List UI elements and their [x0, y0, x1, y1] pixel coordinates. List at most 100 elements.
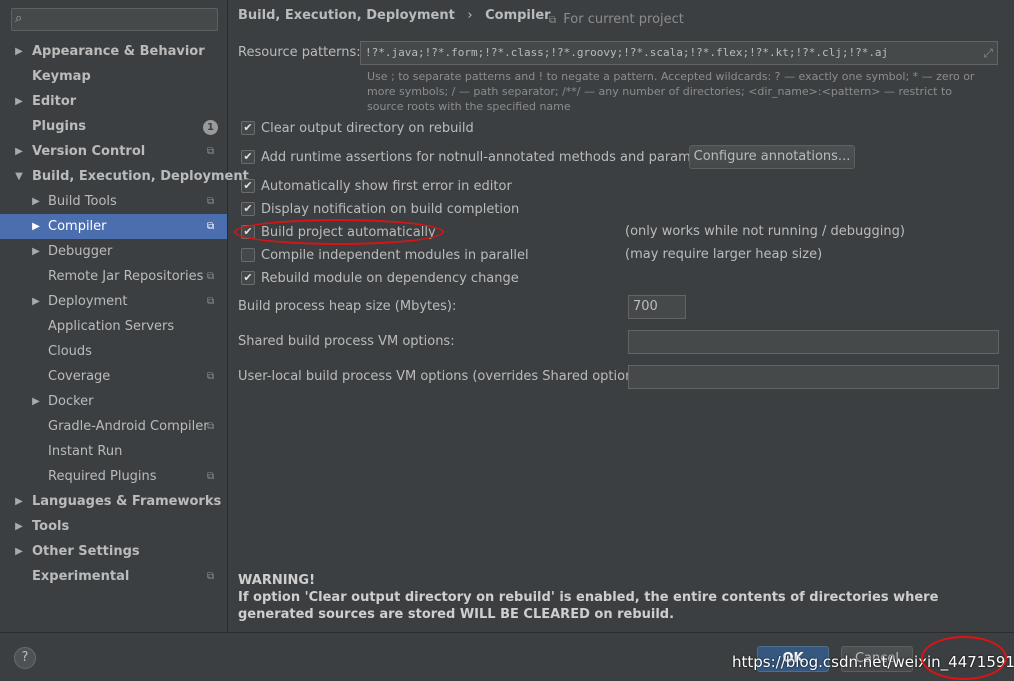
- project-scope-icon: ⧉: [549, 15, 557, 26]
- project-scope-icon: ⧉: [207, 421, 215, 432]
- display-notification-checkbox[interactable]: ✔: [241, 202, 255, 216]
- chevron-right-icon[interactable]: ▶: [14, 539, 24, 564]
- expand-icon[interactable]: ⤢: [983, 42, 993, 64]
- user-vm-options-input[interactable]: [628, 365, 999, 389]
- update-count-badge: 1: [203, 120, 218, 135]
- sidebar-item-label: Docker: [48, 394, 94, 409]
- sidebar-item-label: Clouds: [48, 344, 92, 359]
- sidebar-item-appearance-behavior[interactable]: ▶ Appearance & Behavior: [0, 39, 227, 64]
- resource-patterns-value: !?*.java;!?*.form;!?*.class;!?*.groovy;!…: [365, 46, 889, 59]
- sidebar-item-build-execution-deployment[interactable]: ▼ Build, Execution, Deployment: [0, 164, 249, 189]
- chevron-right-icon[interactable]: ▶: [31, 389, 41, 414]
- chevron-right-icon[interactable]: ▶: [31, 214, 41, 239]
- settings-search-field[interactable]: ⌕: [11, 8, 218, 31]
- sidebar-item-plugins[interactable]: Plugins 1: [0, 114, 227, 139]
- sidebar-item-required-plugins[interactable]: Required Plugins ⧉: [0, 464, 227, 489]
- sidebar-item-coverage[interactable]: Coverage ⧉: [0, 364, 227, 389]
- chevron-right-icon[interactable]: ▶: [31, 289, 41, 314]
- sidebar-item-label: Gradle-Android Compiler: [48, 419, 209, 434]
- sidebar-item-label: Build, Execution, Deployment: [32, 169, 249, 184]
- sidebar-item-other-settings[interactable]: ▶ Other Settings: [0, 539, 227, 564]
- build-automatically-checkbox[interactable]: ✔: [241, 225, 255, 239]
- project-scope-icon: ⧉: [207, 196, 215, 207]
- build-automatically-note: (only works while not running / debuggin…: [625, 224, 905, 239]
- sidebar-item-clouds[interactable]: Clouds: [0, 339, 227, 364]
- sidebar-item-label: Experimental: [32, 569, 130, 584]
- breadcrumb: Build, Execution, Deployment › Compiler: [238, 8, 551, 23]
- dialog-button-bar: ? OK Cancel https://blog.csdn.net/weixin…: [0, 632, 1014, 681]
- sidebar-item-deployment[interactable]: ▶ Deployment ⧉: [0, 289, 227, 314]
- sidebar-item-keymap[interactable]: Keymap: [0, 64, 227, 89]
- compile-parallel-label: Compile independent modules in parallel: [261, 248, 529, 263]
- project-scope-icon: ⧉: [207, 221, 215, 232]
- sidebar-item-gradle-android-compiler[interactable]: Gradle-Android Compiler ⧉: [0, 414, 227, 439]
- help-button[interactable]: ?: [14, 647, 36, 669]
- display-notification-label: Display notification on build completion: [261, 202, 520, 217]
- project-scope-icon: ⧉: [207, 371, 215, 382]
- sidebar-item-build-tools[interactable]: ▶ Build Tools ⧉: [0, 189, 227, 214]
- compile-parallel-checkbox[interactable]: [241, 248, 255, 262]
- watermark-url: https://blog.csdn.net/weixin_44715918: [732, 653, 1014, 671]
- sidebar-item-label: Debugger: [48, 244, 113, 259]
- show-first-error-label: Automatically show first error in editor: [261, 179, 512, 194]
- sidebar-item-label: Languages & Frameworks: [32, 494, 222, 509]
- heap-size-label: Build process heap size (Mbytes):: [238, 299, 457, 314]
- breadcrumb-current: Compiler: [485, 8, 551, 23]
- sidebar-item-editor[interactable]: ▶ Editor: [0, 89, 227, 114]
- resource-patterns-input[interactable]: !?*.java;!?*.form;!?*.class;!?*.groovy;!…: [360, 41, 998, 65]
- show-first-error-checkbox[interactable]: ✔: [241, 179, 255, 193]
- sidebar-item-experimental[interactable]: Experimental ⧉: [0, 564, 227, 589]
- project-scope-icon: ⧉: [207, 296, 215, 307]
- chevron-right-icon[interactable]: ▶: [14, 39, 24, 64]
- chevron-right-icon[interactable]: ▶: [14, 514, 24, 539]
- project-scope-text: For current project: [563, 12, 684, 27]
- shared-vm-options-input[interactable]: [628, 330, 999, 354]
- warning-text: If option 'Clear output directory on reb…: [238, 590, 939, 622]
- resource-patterns-label: Resource patterns:: [238, 45, 361, 60]
- sidebar-item-tools[interactable]: ▶ Tools: [0, 514, 227, 539]
- runtime-assertions-checkbox[interactable]: ✔: [241, 150, 255, 164]
- sidebar-item-debugger[interactable]: ▶ Debugger: [0, 239, 227, 264]
- chevron-down-icon[interactable]: ▼: [14, 164, 24, 189]
- project-scope-label: ⧉ For current project: [549, 12, 684, 27]
- heap-size-input[interactable]: 700: [628, 295, 686, 319]
- build-automatically-label: Build project automatically: [261, 225, 436, 240]
- chevron-right-icon[interactable]: ▶: [14, 139, 24, 164]
- sidebar-item-docker[interactable]: ▶ Docker: [0, 389, 227, 414]
- chevron-right-icon[interactable]: ▶: [14, 489, 24, 514]
- sidebar-item-label: Compiler: [48, 219, 107, 234]
- project-scope-icon: ⧉: [207, 471, 215, 482]
- configure-annotations-button[interactable]: Configure annotations...: [689, 145, 855, 169]
- sidebar-item-label: Version Control: [32, 144, 146, 159]
- shared-vm-options-label: Shared build process VM options:: [238, 334, 455, 349]
- sidebar-item-remote-jar-repositories[interactable]: Remote Jar Repositories ⧉: [0, 264, 227, 289]
- sidebar-item-label: Coverage: [48, 369, 111, 384]
- clear-output-checkbox[interactable]: ✔: [241, 121, 255, 135]
- warning-title: WARNING!: [238, 573, 316, 588]
- sidebar-item-instant-run[interactable]: Instant Run: [0, 439, 227, 464]
- rebuild-warning: WARNING! If option 'Clear output directo…: [238, 572, 998, 623]
- sidebar-item-version-control[interactable]: ▶ Version Control ⧉: [0, 139, 227, 164]
- search-input[interactable]: [30, 10, 210, 29]
- sidebar-item-application-servers[interactable]: Application Servers: [0, 314, 227, 339]
- search-icon: ⌕: [15, 11, 23, 26]
- project-scope-icon: ⧉: [207, 271, 215, 282]
- sidebar-item-label: Remote Jar Repositories: [48, 269, 204, 284]
- sidebar-item-languages-frameworks[interactable]: ▶ Languages & Frameworks: [0, 489, 227, 514]
- sidebar-item-label: Tools: [32, 519, 70, 534]
- rebuild-module-label: Rebuild module on dependency change: [261, 271, 519, 286]
- sidebar-item-label: Instant Run: [48, 444, 123, 459]
- rebuild-module-checkbox[interactable]: ✔: [241, 271, 255, 285]
- sidebar-item-compiler[interactable]: ▶ Compiler ⧉: [0, 214, 227, 239]
- chevron-right-icon[interactable]: ▶: [14, 89, 24, 114]
- chevron-right-icon[interactable]: ▶: [31, 189, 41, 214]
- project-scope-icon: ⧉: [207, 571, 215, 582]
- chevron-right-icon[interactable]: ▶: [31, 239, 41, 264]
- sidebar-item-label: Other Settings: [32, 544, 140, 559]
- sidebar-item-label: Build Tools: [48, 194, 117, 209]
- resource-patterns-hint: Use ; to separate patterns and ! to nega…: [367, 70, 975, 113]
- project-scope-icon: ⧉: [207, 146, 215, 157]
- sidebar-item-label: Keymap: [32, 69, 91, 84]
- sidebar-item-label: Plugins: [32, 119, 86, 134]
- clear-output-label: Clear output directory on rebuild: [261, 121, 474, 136]
